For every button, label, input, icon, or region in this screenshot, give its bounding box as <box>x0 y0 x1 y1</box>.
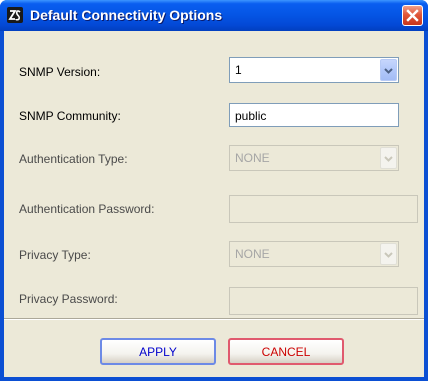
privacy-type-select[interactable]: NONE <box>229 241 399 267</box>
snmp-community-label: SNMP Community: <box>19 109 121 123</box>
dialog-window: Default Connectivity Options SNMP Versio… <box>0 0 428 381</box>
cancel-button[interactable]: CANCEL <box>228 338 344 365</box>
close-button[interactable] <box>402 5 423 26</box>
chevron-down-icon <box>384 156 393 162</box>
auth-password-label: Authentication Password: <box>19 202 155 216</box>
privacy-type-label: Privacy Type: <box>19 248 91 262</box>
snmp-community-input[interactable]: public <box>229 103 399 127</box>
dropdown-arrow-button[interactable] <box>380 59 397 81</box>
chevron-down-icon <box>384 68 393 74</box>
app-logo-icon <box>7 7 23 23</box>
snmp-community-value: public <box>235 109 267 123</box>
snmp-version-label: SNMP Version: <box>19 65 101 79</box>
auth-password-field[interactable] <box>229 195 418 223</box>
privacy-password-field[interactable] <box>229 287 418 315</box>
chevron-down-icon <box>384 252 393 258</box>
privacy-type-value: NONE <box>235 247 270 261</box>
dropdown-arrow-button[interactable] <box>380 243 397 265</box>
privacy-password-label: Privacy Password: <box>19 292 118 306</box>
auth-type-select[interactable]: NONE <box>229 145 399 171</box>
window-title: Default Connectivity Options <box>30 7 223 23</box>
close-icon <box>406 9 419 22</box>
divider <box>4 318 424 320</box>
dropdown-arrow-button[interactable] <box>380 147 397 169</box>
apply-button[interactable]: APPLY <box>100 338 216 365</box>
dialog-content: SNMP Version: 1 SNMP Community: public A… <box>4 31 424 377</box>
auth-type-label: Authentication Type: <box>19 152 128 166</box>
snmp-version-select[interactable]: 1 <box>229 57 399 83</box>
auth-type-value: NONE <box>235 151 270 165</box>
snmp-version-value: 1 <box>235 63 242 77</box>
title-bar[interactable]: Default Connectivity Options <box>0 0 428 31</box>
